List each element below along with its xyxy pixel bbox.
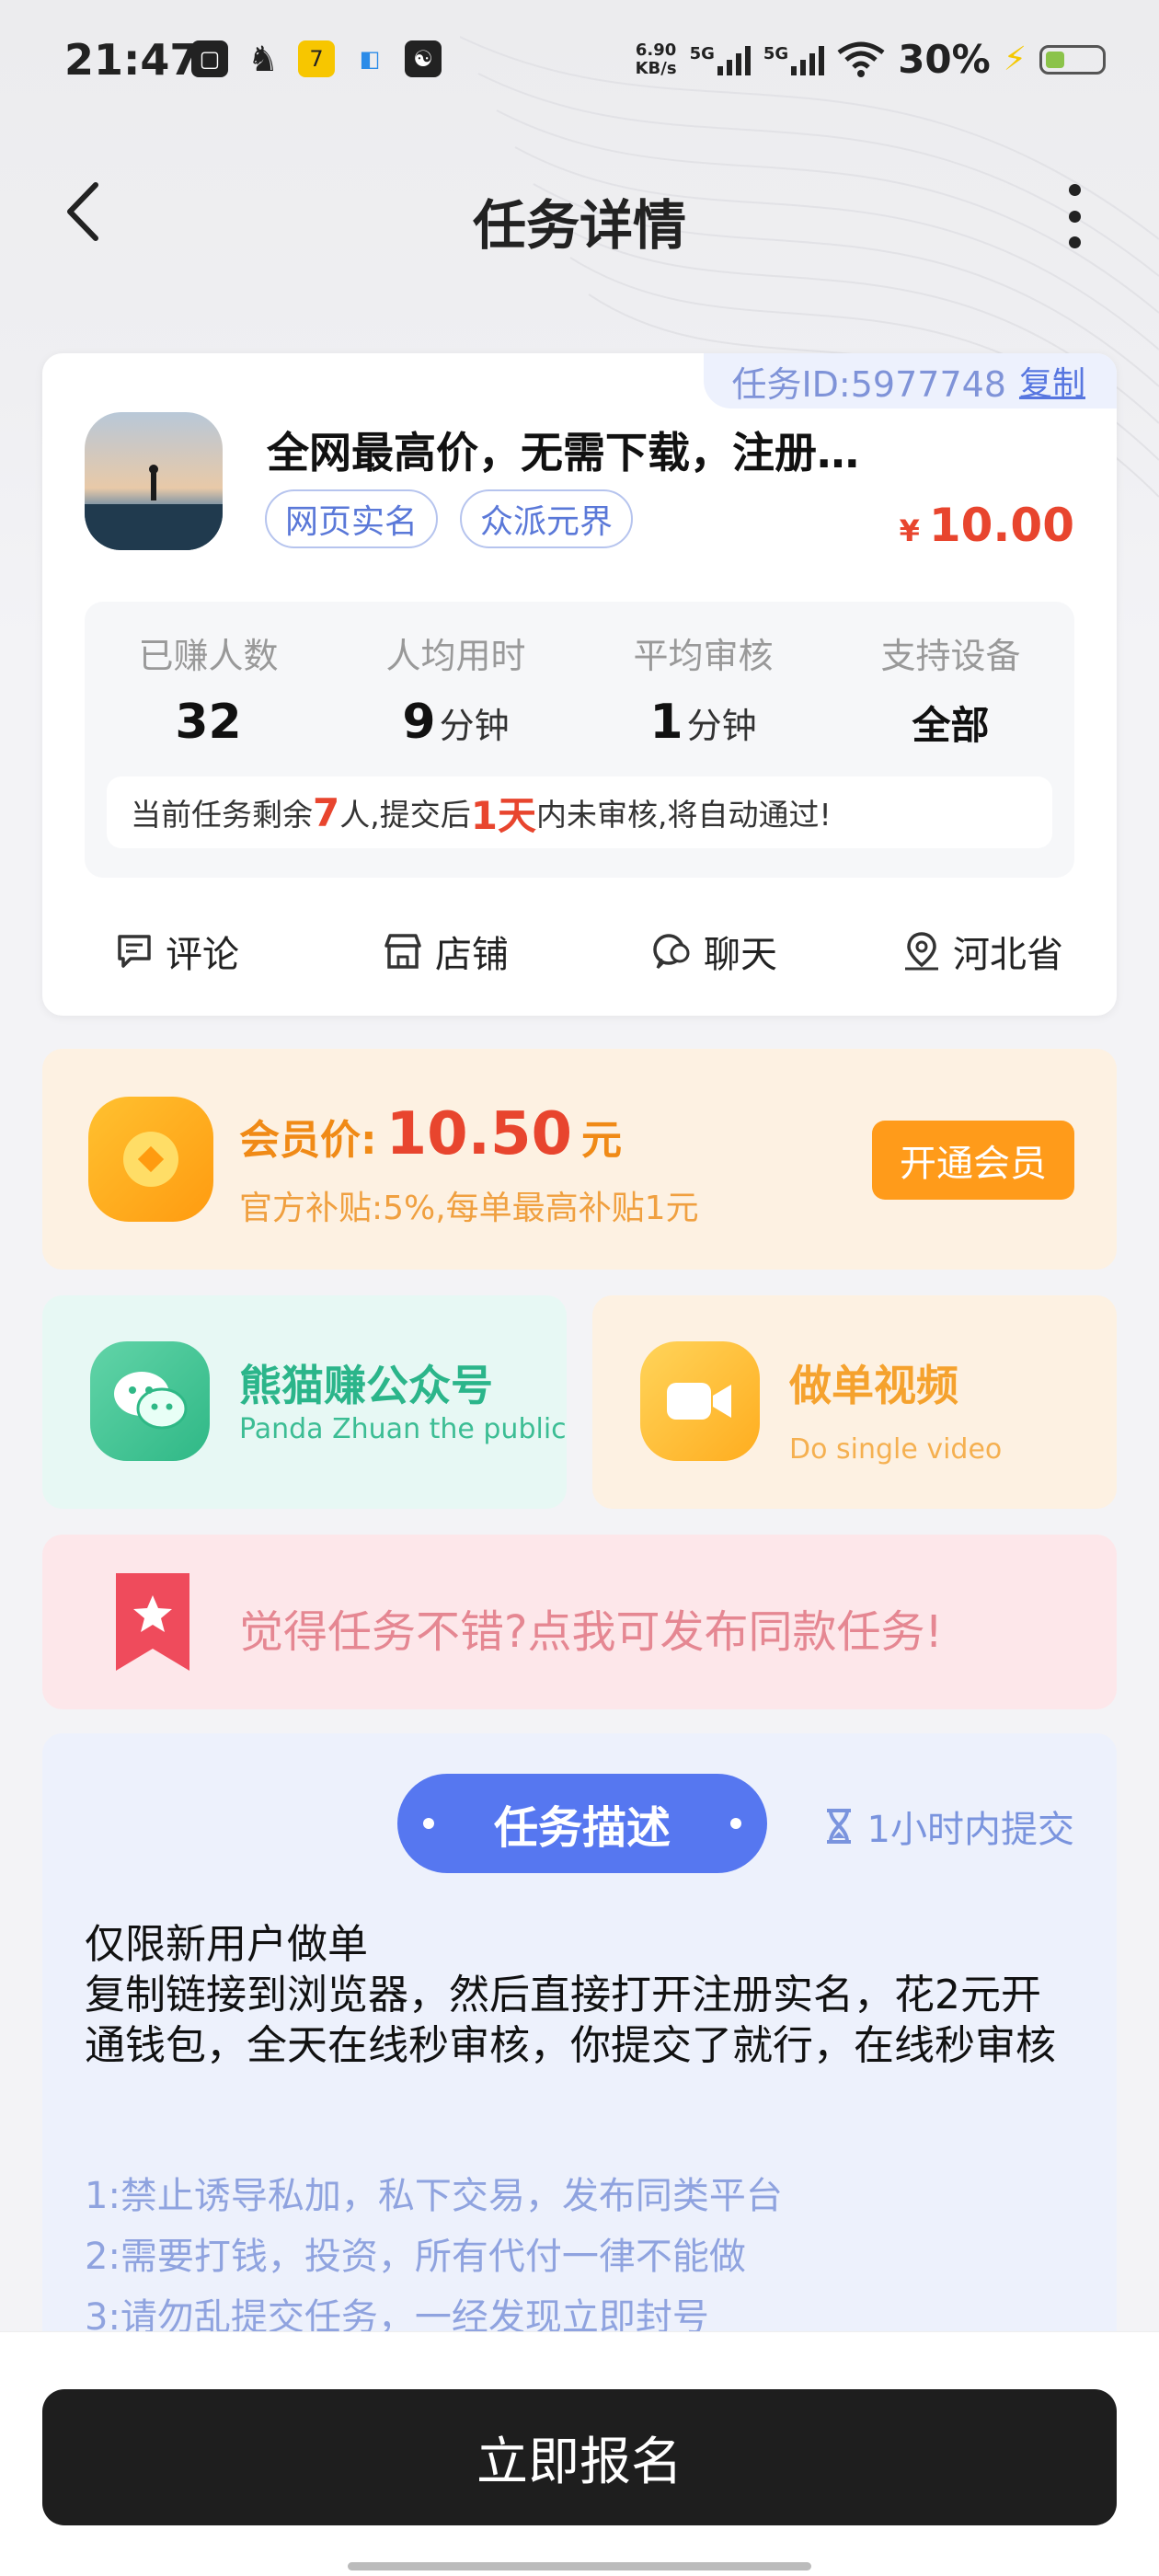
- tag-platform: 众派元界: [460, 489, 634, 548]
- more-menu-icon[interactable]: [1063, 184, 1085, 248]
- task-actions: 评论 店铺 聊天 河北省: [42, 905, 1117, 997]
- wechat-official-card[interactable]: 熊猫赚公众号 Panda Zhuan the public: [42, 1295, 567, 1509]
- description-body: 仅限新用户做单 复制链接到浏览器，然后直接打开注册实名，花2元开通钱包，全天在线…: [85, 1919, 1078, 2071]
- task-description-card: 任务描述 1小时内提交 仅限新用户做单 复制链接到浏览器，然后直接打开注册实名，…: [42, 1733, 1117, 2377]
- stats-row: 已赚人数 32 人均用时 9 分钟 平均审核 1 分钟 支持设备 全部: [85, 602, 1074, 751]
- hourglass-icon: [826, 1809, 851, 1844]
- task-rules: 1:禁止诱导私加，私下交易，发布同类平台 2:需要打钱，投资，所有代付一律不能做…: [85, 2166, 1078, 2348]
- stat-earned-count: 已赚人数 32: [138, 636, 279, 750]
- publish-same-task-banner[interactable]: 觉得任务不错?点我可发布同款任务!: [42, 1535, 1117, 1709]
- stats-box: 已赚人数 32 人均用时 9 分钟 平均审核 1 分钟 支持设备 全部 当前任务剩余…: [85, 602, 1074, 878]
- vip-price: 10.50: [385, 1100, 573, 1168]
- video-title: 做单视频: [789, 1361, 958, 1410]
- chat-button[interactable]: 聊天: [580, 905, 848, 997]
- task-price: ¥ 10.00: [900, 499, 1074, 552]
- status-right: 6.90 KB/s 5G 5G 30% ⚡: [636, 37, 1106, 82]
- location-button[interactable]: 河北省: [848, 905, 1117, 997]
- video-camera-icon: [640, 1341, 760, 1461]
- comment-icon: [118, 935, 151, 968]
- task-id: 任务ID:5977748: [731, 363, 1006, 405]
- wechat-title: 熊猫赚公众号: [239, 1361, 493, 1410]
- signup-button[interactable]: 立即报名: [42, 2389, 1117, 2525]
- wifi-icon: [837, 41, 885, 77]
- stat-avg-review: 平均审核 1 分钟: [633, 636, 774, 750]
- notification-icons: ▢ ♞ 7 ◧ ☯: [191, 39, 442, 79]
- task-id-bar: 任务ID:5977748 复制: [704, 353, 1117, 408]
- coin-icon: [88, 1097, 213, 1222]
- chat-icon: [653, 934, 690, 970]
- tag-real-name: 网页实名: [265, 489, 439, 548]
- shop-icon: [384, 934, 421, 969]
- net-speed: 6.90 KB/s: [635, 40, 677, 78]
- rule-item: 1:禁止诱导私加，私下交易，发布同类平台: [85, 2175, 783, 2217]
- task-notice: 当前任务剩余 7 人,提交后 1天 内未审核,将自动通过!: [107, 776, 1052, 848]
- price-value: 10.00: [928, 499, 1074, 552]
- wechat-subtitle: Panda Zhuan the public: [239, 1413, 567, 1445]
- stat-avg-time: 人均用时 9 分钟: [385, 636, 526, 750]
- status-time: 21:47: [64, 35, 200, 85]
- vip-price-line: 会员价: 10.50 元: [239, 1100, 623, 1168]
- vip-card[interactable]: 会员价: 10.50 元 官方补贴:5%,每单最高补贴1元 开通会员: [42, 1049, 1117, 1270]
- shop-button[interactable]: 店铺: [311, 905, 580, 997]
- task-card: 任务ID:5977748 复制 全网最高价，无需下载，注册… 网页实名 众派元界…: [42, 353, 1117, 1016]
- description-line: 复制链接到浏览器，然后直接打开注册实名，花2元开通钱包，全天在线秒审核，你提交了…: [85, 1972, 1056, 2069]
- deadline: 1小时内提交: [823, 1800, 1074, 1853]
- battery-percent: 30%: [898, 37, 991, 82]
- comment-button[interactable]: 评论: [42, 905, 311, 997]
- vip-subsidy: 官方补贴:5%,每单最高补贴1元: [239, 1190, 699, 1227]
- task-title: 全网最高价，无需下载，注册…: [267, 428, 859, 477]
- description-line: 仅限新用户做单: [85, 1921, 368, 1968]
- nav-bar: 任务详情: [0, 156, 1159, 267]
- app-icon-2: ◧: [359, 46, 381, 72]
- task-tags: 网页实名 众派元界: [265, 489, 634, 548]
- publish-text: 觉得任务不错?点我可发布同款任务!: [239, 1606, 943, 1658]
- qq-icon: ♞: [247, 39, 280, 79]
- video-subtitle: Do single video: [789, 1433, 1003, 1466]
- notification-icon: ▢: [191, 40, 228, 77]
- app-icon-3: ☯: [405, 40, 442, 77]
- description-tab: 任务描述: [397, 1774, 767, 1873]
- page-title: 任务详情: [472, 194, 686, 257]
- video-guide-card[interactable]: 做单视频 Do single video: [592, 1295, 1117, 1509]
- price-currency: ¥: [899, 513, 920, 548]
- open-vip-button[interactable]: 开通会员: [872, 1121, 1074, 1200]
- rule-item: 2:需要打钱，投资，所有代付一律不能做: [85, 2236, 746, 2278]
- signal-icon-2: 5G: [763, 44, 825, 75]
- bottom-bar: 立即报名: [0, 2331, 1159, 2576]
- location-icon: [905, 932, 938, 971]
- status-bar: 21:47 ▢ ♞ 7 ◧ ☯ 6.90 KB/s 5G 5G 30% ⚡: [0, 0, 1159, 120]
- charging-icon: ⚡: [1003, 40, 1027, 78]
- home-indicator[interactable]: [348, 2562, 811, 2570]
- copy-id-link[interactable]: 复制: [1019, 357, 1085, 405]
- bookmark-star-icon: [116, 1573, 189, 1671]
- wechat-icon: [90, 1341, 210, 1461]
- stat-devices: 支持设备 全部: [880, 636, 1021, 748]
- signal-icon: 5G: [690, 44, 751, 75]
- avatar[interactable]: [85, 412, 223, 550]
- app-icon: 7: [298, 40, 335, 77]
- battery-icon: [1039, 44, 1106, 75]
